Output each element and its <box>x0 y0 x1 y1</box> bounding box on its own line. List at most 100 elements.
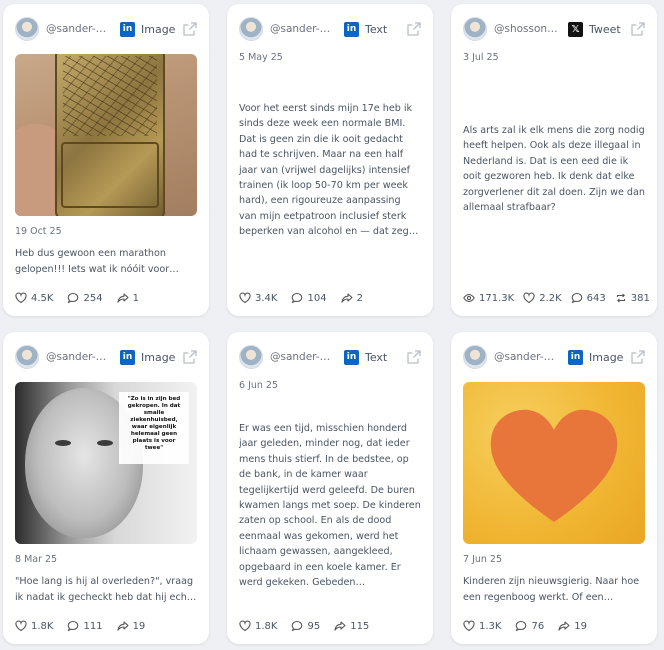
shares-stat: 19 <box>117 620 145 632</box>
likes-stat: 1.8K <box>15 620 53 632</box>
comments-stat: 95 <box>291 620 320 632</box>
author-handle: @sander-d… <box>494 351 560 363</box>
post-caption: "Hoe lang is hij al overleden?", vraag i… <box>15 576 194 603</box>
author-handle: @sander-d… <box>46 23 112 35</box>
external-link-icon[interactable] <box>183 350 197 364</box>
external-link-icon[interactable] <box>407 22 421 36</box>
image-quote: "Zo is in zijn bed gekropen. In dat smal… <box>119 392 189 464</box>
shares-stat: 1 <box>117 292 139 304</box>
post-caption: Heb dus gewoon een marathon gelopen!!! I… <box>15 248 179 275</box>
post-card[interactable]: @sander-d… in Image 19 Oct 25 Heb dus ge… <box>3 4 209 316</box>
share-icon <box>558 621 570 631</box>
comment-icon <box>571 292 583 304</box>
external-link-icon[interactable] <box>183 22 197 36</box>
avatar <box>239 17 263 41</box>
post-type-label: Image <box>589 350 624 364</box>
post-body: Er was een tijd, misschien honderd jaar … <box>239 423 421 589</box>
post-stats: 171.3K 2.2K 643 381 <box>463 292 650 304</box>
post-date: 7 Jun 25 <box>463 554 503 565</box>
post-type-label: Image <box>141 350 176 364</box>
heart-icon <box>15 620 27 632</box>
post-card[interactable]: @sander-d… in Image 7 Jun 25 Kinderen zi… <box>451 332 657 644</box>
author-handle: @sander-de-… <box>270 351 336 363</box>
card-header: @shossontw… 𝕏 Tweet <box>463 14 645 44</box>
post-grid: @sander-d… in Image 19 Oct 25 Heb dus ge… <box>3 4 657 644</box>
heart-icon <box>15 292 27 304</box>
x-icon: 𝕏 <box>568 21 583 37</box>
post-type-label: Image <box>141 22 176 36</box>
post-card[interactable]: @shossontw… 𝕏 Tweet 3 Jul 25 Als arts za… <box>451 4 657 316</box>
post-stats: 1.8K 95 115 <box>239 620 369 632</box>
shares-stat: 2 <box>341 292 363 304</box>
post-date: 5 May 25 <box>239 52 283 63</box>
external-link-icon[interactable] <box>631 350 645 364</box>
linkedin-icon: in <box>568 349 583 365</box>
comment-icon <box>292 292 303 304</box>
comments-stat: 76 <box>515 620 544 632</box>
comments-stat: 111 <box>67 620 103 632</box>
comments-stat: 254 <box>67 292 103 304</box>
shares-stat: 115 <box>334 620 369 632</box>
comments-stat: 104 <box>291 292 327 304</box>
post-image-medal[interactable] <box>15 54 197 216</box>
linkedin-icon: in <box>120 21 135 37</box>
post-stats: 1.8K 111 19 <box>15 620 145 632</box>
share-icon <box>117 293 129 303</box>
likes-stat: 1.8K <box>239 620 277 632</box>
author-handle: @sander-de-… <box>270 23 336 35</box>
avatar <box>463 345 487 369</box>
shares-stat: 19 <box>558 620 587 632</box>
external-link-icon[interactable] <box>407 350 421 364</box>
post-card[interactable]: @sander-de-… in Text 6 Jun 25 Er was een… <box>227 332 433 644</box>
post-date: 8 Mar 25 <box>15 554 58 565</box>
avatar <box>463 17 487 41</box>
linkedin-icon: in <box>344 349 359 365</box>
post-image-portrait[interactable]: "Zo is in zijn bed gekropen. In dat smal… <box>15 382 197 544</box>
post-image-heart[interactable] <box>463 382 645 544</box>
post-stats: 4.5K 254 1 <box>15 292 139 304</box>
comment-icon <box>68 620 79 632</box>
external-link-icon[interactable] <box>631 22 645 36</box>
share-icon <box>334 621 346 631</box>
heart-icon <box>463 620 475 632</box>
comment-icon <box>292 620 303 632</box>
comment-icon <box>516 620 527 632</box>
post-caption: Kinderen zijn nieuwsgierig. Naar hoe een… <box>463 576 640 603</box>
avatar <box>239 345 263 369</box>
post-card[interactable]: @sander-de-… in Text 5 May 25 Voor het e… <box>227 4 433 316</box>
eye-icon <box>463 293 475 303</box>
post-type-label: Text <box>365 350 388 364</box>
card-header: @sander-de-… in Text <box>239 14 421 44</box>
card-header: @sander-de-… in Text <box>239 342 421 372</box>
post-type-label: Text <box>365 22 388 36</box>
comments-stat: 643 <box>571 292 606 304</box>
likes-stat: 3.4K <box>239 292 277 304</box>
share-icon <box>117 621 129 631</box>
post-body: Als arts zal ik elk mens die zorg nodig … <box>463 125 645 214</box>
heart-icon <box>239 620 251 632</box>
post-date: 3 Jul 25 <box>463 52 499 63</box>
post-date: 19 Oct 25 <box>15 226 62 237</box>
heart-icon <box>523 292 535 304</box>
comment-icon <box>68 292 79 304</box>
author-handle: @sander-d… <box>46 351 112 363</box>
card-header: @sander-d… in Image <box>463 342 645 372</box>
linkedin-icon: in <box>344 21 359 37</box>
card-header: @sander-d… in Image <box>15 14 197 44</box>
reposts-stat: 381 <box>615 292 650 304</box>
post-type-label: Tweet <box>589 22 621 36</box>
post-card[interactable]: @sander-d… in Image "Zo is in zijn bed g… <box>3 332 209 644</box>
heart-illustration <box>490 409 618 522</box>
avatar <box>15 345 39 369</box>
post-stats: 1.3K 76 19 <box>463 620 587 632</box>
author-handle: @shossontw… <box>494 23 560 35</box>
medal-shape <box>55 54 165 216</box>
post-stats: 3.4K 104 2 <box>239 292 363 304</box>
repost-icon <box>616 293 625 303</box>
card-header: @sander-d… in Image <box>15 342 197 372</box>
likes-stat: 4.5K <box>15 292 53 304</box>
linkedin-icon: in <box>120 349 135 365</box>
views-stat: 171.3K <box>463 292 514 304</box>
share-icon <box>341 293 353 303</box>
heart-icon <box>239 292 251 304</box>
